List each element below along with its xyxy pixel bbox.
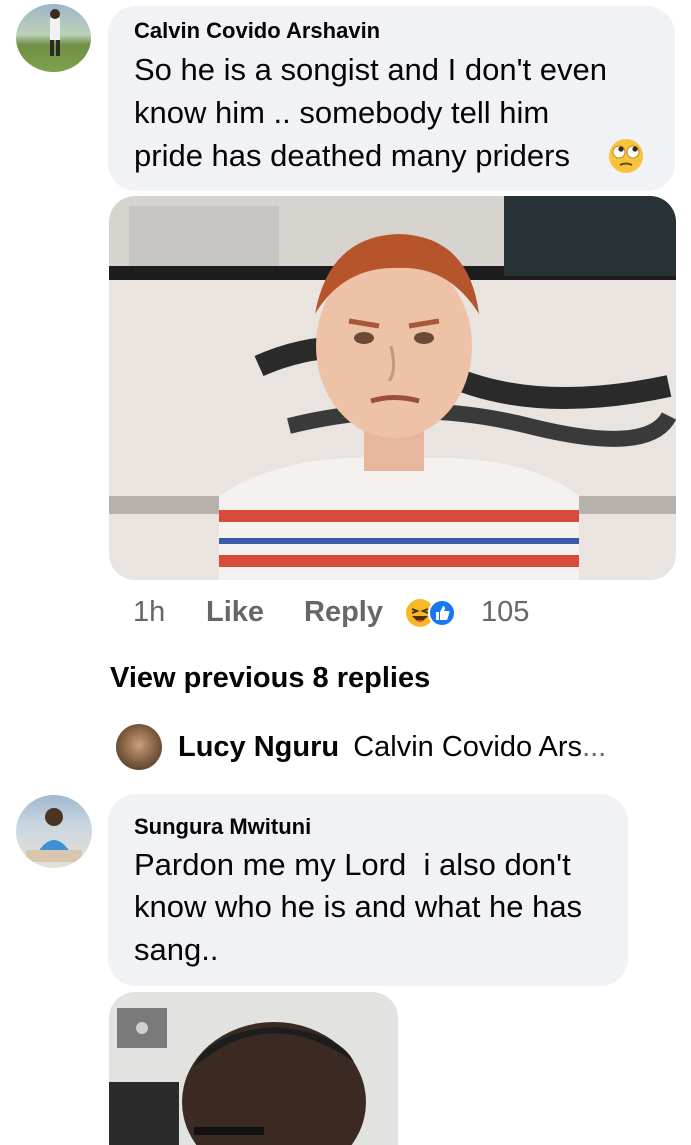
avatar[interactable] <box>16 4 91 72</box>
like-reaction-icon <box>428 599 456 627</box>
reply-preview[interactable]: Lucy Nguru Calvin Covido Ars... <box>178 731 606 764</box>
avatar-photo <box>26 808 82 862</box>
reply-preview-ellipsis: ... <box>582 731 607 763</box>
comment-author[interactable]: Calvin Covido Arshavin <box>134 18 380 44</box>
comment-image[interactable] <box>109 196 676 580</box>
comment-image[interactable] <box>109 992 398 1145</box>
comment-text-line: know him .. somebody tell him <box>134 95 550 130</box>
reply-preview-avatar[interactable] <box>116 724 162 770</box>
reaction-count: 105 <box>481 596 530 628</box>
comment-bubble: Calvin Covido Arshavin So he is a songis… <box>108 6 675 191</box>
like-button[interactable]: Like <box>206 596 264 629</box>
like-label: Like <box>206 596 265 628</box>
comment-text-line: pride has deathed many priders <box>134 138 570 173</box>
reply-button[interactable]: Reply <box>304 596 383 629</box>
comment-text-line: Pardon me my Lord i also don't <box>134 847 571 882</box>
comment-bubble: Sungura Mwituni Pardon me my Lord i also… <box>108 794 628 986</box>
comment-timestamp[interactable]: 1h <box>133 596 165 629</box>
reply-preview-author: Lucy Nguru <box>178 731 340 763</box>
comment-text-line: So he is a songist and I don't even <box>134 52 607 87</box>
comment-text-line: sang.. <box>134 932 219 967</box>
view-previous-replies-link[interactable]: View previous 8 replies <box>110 662 430 695</box>
meme-photo <box>109 196 676 580</box>
reply-label: Reply <box>304 596 383 628</box>
avatar[interactable] <box>16 795 92 868</box>
reactions-summary[interactable]: 105 <box>405 596 545 630</box>
rolling-eyes-emoji-icon <box>609 139 643 173</box>
person-photo <box>109 992 398 1145</box>
reply-preview-text: Calvin Covido Ars <box>353 731 583 763</box>
avatar-photo <box>50 9 60 56</box>
comment-text-line: know who he is and what he has <box>134 889 583 924</box>
comment-author[interactable]: Sungura Mwituni <box>134 814 311 840</box>
